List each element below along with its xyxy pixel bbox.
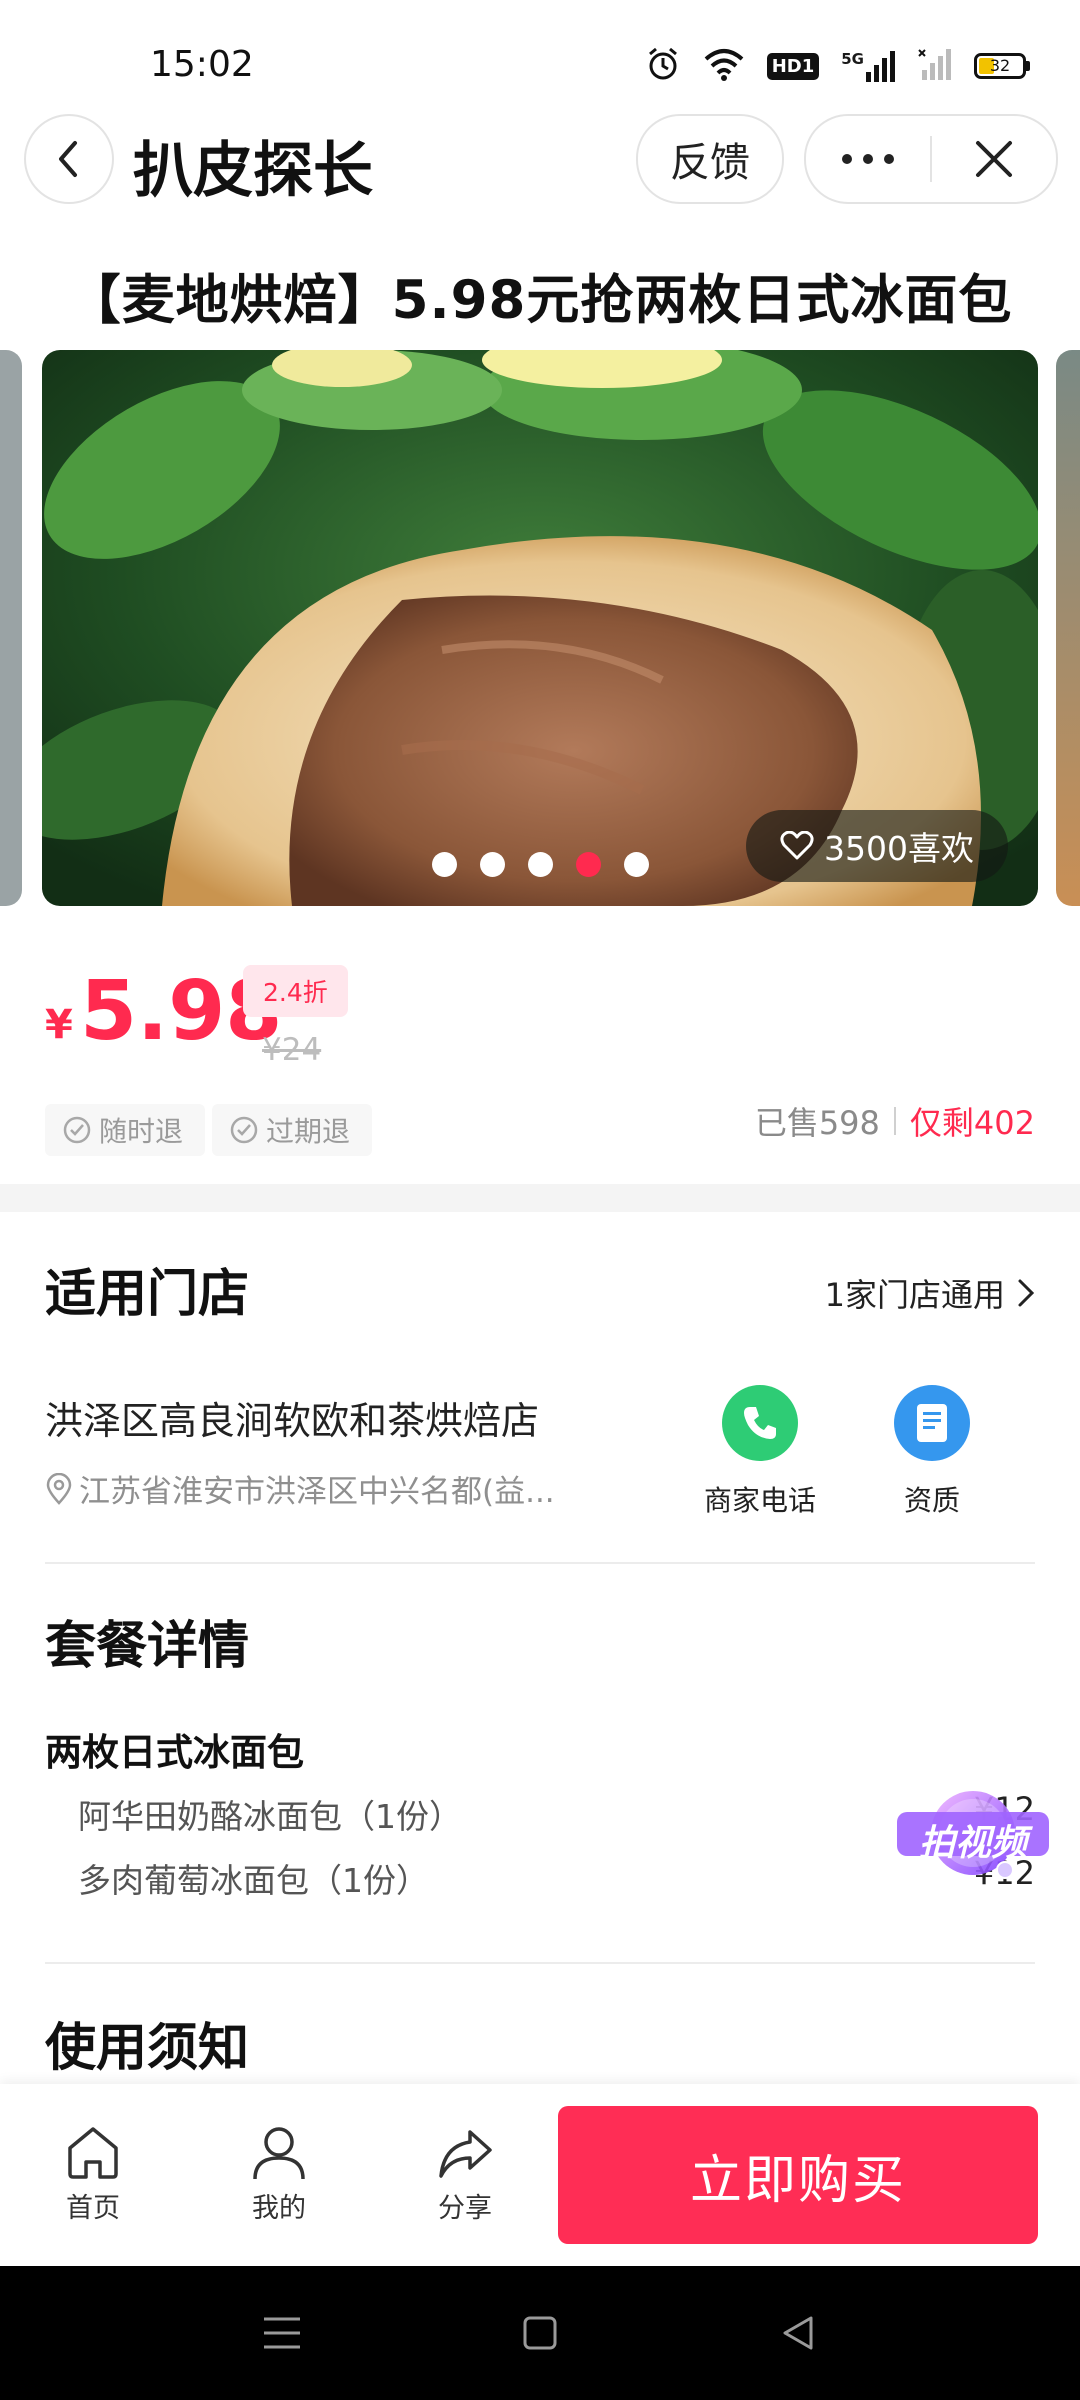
- status-icons: HD1 5G 32: [645, 46, 1030, 86]
- stores-section-title: 适用门店: [45, 1265, 250, 1324]
- signal-weak-icon: [918, 48, 952, 84]
- chevron-right-icon: [1018, 1279, 1035, 1307]
- bottom-action-bar: 首页 我的 分享 立即购买: [0, 2084, 1080, 2266]
- system-navigation-bar: [0, 2266, 1080, 2400]
- carousel-dot-active[interactable]: [575, 852, 601, 877]
- status-bar: 15:02 HD1 5G 32: [0, 0, 1080, 110]
- price-section: ¥ 5.98 2.4折 ¥24 随时退 过期退 已售598 仅剩402: [0, 930, 1080, 1180]
- more-button[interactable]: [806, 116, 930, 202]
- guarantee-refund-expired: 过期退: [212, 1104, 373, 1156]
- sold-count: 已售598: [754, 1104, 880, 1142]
- document-icon: [894, 1385, 970, 1461]
- stores-link-label: 1家门店通用: [824, 1276, 1005, 1314]
- section-divider: [0, 1184, 1080, 1212]
- carousel-dot[interactable]: [431, 852, 457, 877]
- divider: [45, 1962, 1035, 1964]
- header: 扒皮探长 反馈: [0, 110, 1080, 245]
- merchant-phone-label: 商家电话: [703, 1484, 816, 1517]
- nav-share[interactable]: 分享: [405, 2124, 525, 2225]
- like-button[interactable]: 3500喜欢: [746, 810, 1008, 882]
- remaining-count: 仅剩402: [909, 1104, 1035, 1142]
- mini-program-capsule: [804, 114, 1058, 204]
- package-item: 多肉葡萄冰面包（1份）: [78, 1861, 429, 1900]
- square-icon: [523, 2316, 557, 2350]
- buy-now-button[interactable]: 立即购买: [558, 2106, 1038, 2244]
- like-count: 3500喜欢: [824, 829, 974, 868]
- shoot-video-button[interactable]: 拍视频: [893, 1778, 1053, 1888]
- chevron-left-icon: [59, 141, 77, 177]
- system-home-button[interactable]: [480, 2266, 600, 2400]
- sales-info: 已售598 仅剩402: [755, 1098, 1035, 1144]
- menu-icon: [264, 2317, 300, 2349]
- check-circle-icon: [63, 1116, 91, 1144]
- share-icon: [439, 2130, 492, 2178]
- prev-slide-peek[interactable]: [0, 350, 22, 906]
- system-back-button[interactable]: [738, 2266, 858, 2400]
- user-icon: [253, 2127, 305, 2180]
- signal-5g-icon: 5G: [841, 50, 896, 82]
- phone-icon: [722, 1385, 798, 1461]
- qualification-label: 资质: [903, 1484, 960, 1517]
- carousel-dot[interactable]: [527, 852, 553, 877]
- merchant-phone-button[interactable]: 商家电话: [690, 1385, 830, 1519]
- battery-level: 32: [989, 56, 1011, 75]
- heart-icon: [780, 831, 814, 860]
- close-button[interactable]: [932, 116, 1056, 202]
- nav-share-label: 分享: [438, 2193, 492, 2224]
- store-address-text: 江苏省淮安市洪泽区中兴名都(益...: [79, 1474, 555, 1510]
- guarantee-label: 过期退: [266, 1115, 351, 1148]
- guarantee-refund-anytime: 随时退: [45, 1104, 206, 1156]
- deal-title: 【麦地烘焙】5.98元抢两枚日式冰面包: [67, 270, 1013, 331]
- status-time: 15:02: [150, 44, 254, 85]
- store-address[interactable]: 江苏省淮安市洪泽区中兴名都(益...: [45, 1466, 605, 1511]
- back-triangle-icon: [783, 2316, 813, 2350]
- image-carousel[interactable]: 3500喜欢: [0, 350, 1080, 906]
- nav-mine[interactable]: 我的: [219, 2124, 339, 2225]
- close-icon: [976, 141, 1012, 177]
- store-name[interactable]: 洪泽区高良涧软欧和茶烘焙店: [45, 1390, 539, 1445]
- hd-icon: HD1: [766, 52, 820, 80]
- nav-home[interactable]: 首页: [33, 2124, 153, 2225]
- page-title: 扒皮探长: [133, 136, 373, 206]
- wifi-icon: [703, 47, 745, 85]
- home-icon: [68, 2127, 118, 2179]
- system-recents-button[interactable]: [222, 2266, 342, 2400]
- next-slide-peek[interactable]: [1056, 350, 1080, 906]
- nav-mine-label: 我的: [252, 2193, 306, 2224]
- qualification-button[interactable]: 资质: [862, 1385, 1002, 1519]
- notice-section-title: 使用须知: [45, 2019, 250, 2078]
- check-circle-icon: [230, 1116, 258, 1144]
- package-name: 两枚日式冰面包: [45, 1731, 304, 1774]
- battery-icon: 32: [974, 53, 1030, 79]
- network-label: 5G: [841, 50, 864, 68]
- product-image[interactable]: 3500喜欢: [42, 350, 1038, 906]
- sales-divider: [893, 1107, 896, 1135]
- carousel-dot[interactable]: [623, 852, 649, 877]
- location-pin-icon: [46, 1472, 72, 1505]
- stores-link[interactable]: 1家门店通用: [825, 1270, 1035, 1316]
- alarm-icon: [645, 46, 681, 86]
- more-dots-icon: [842, 154, 894, 164]
- nav-home-label: 首页: [66, 2193, 120, 2224]
- guarantee-label: 随时退: [99, 1115, 184, 1148]
- carousel-dot[interactable]: [479, 852, 505, 877]
- shoot-video-label: 拍视频: [918, 1823, 1027, 1864]
- back-button[interactable]: [24, 114, 114, 204]
- package-section-title: 套餐详情: [45, 1617, 250, 1676]
- original-price: ¥24: [262, 1032, 322, 1068]
- discount-badge: 2.4折: [243, 965, 348, 1017]
- price-currency: ¥: [45, 1002, 73, 1048]
- feedback-button[interactable]: 反馈: [636, 114, 784, 204]
- package-item: 阿华田奶酪冰面包（1份）: [78, 1797, 462, 1836]
- divider: [45, 1562, 1035, 1564]
